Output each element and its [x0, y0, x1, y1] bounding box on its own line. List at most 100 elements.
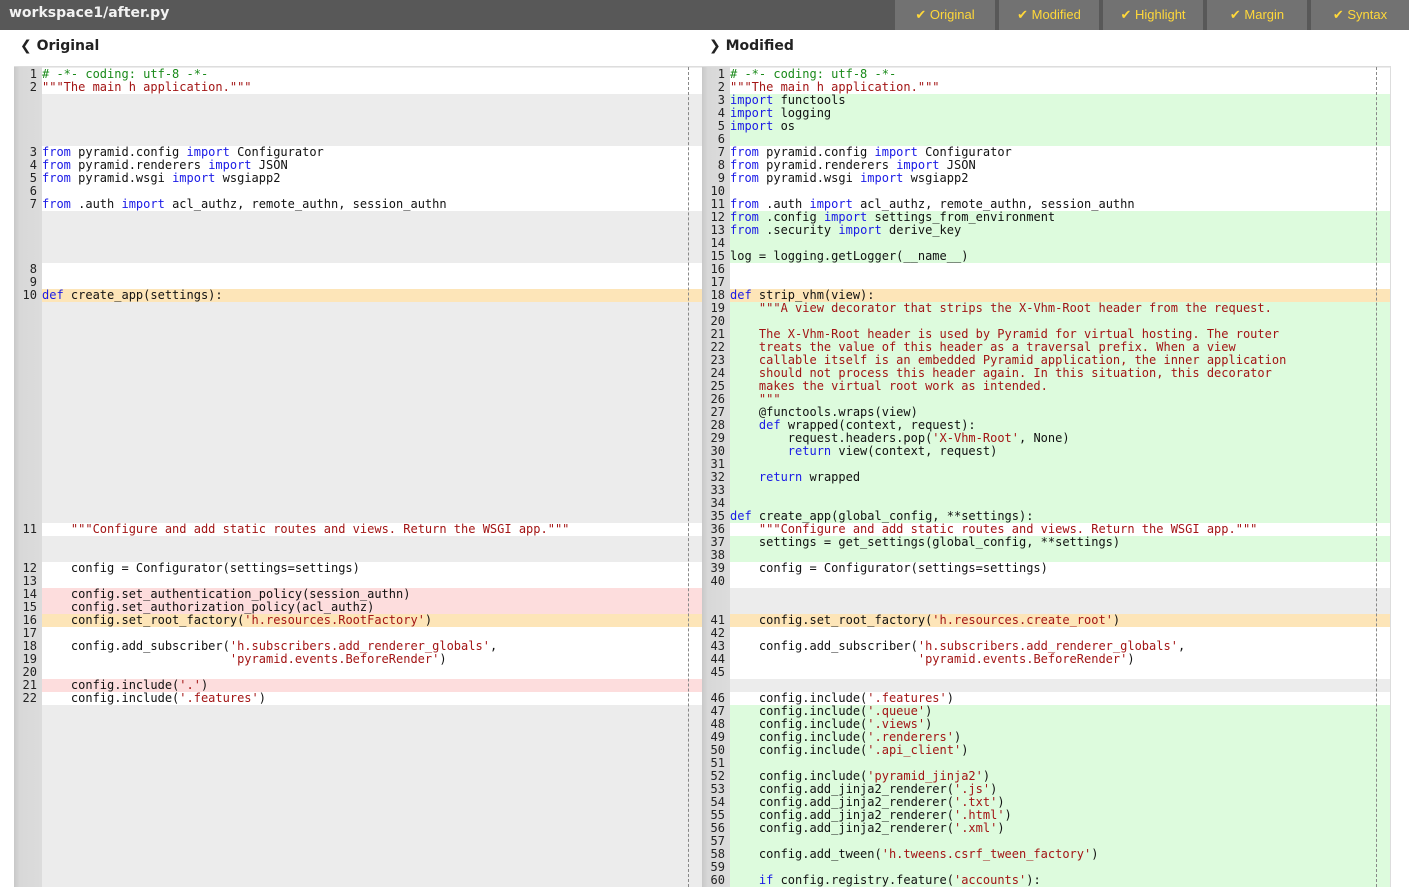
code-text[interactable]: makes the virtual root work as intended.	[730, 380, 1390, 393]
line-number: 10	[22, 288, 37, 302]
toggle-original[interactable]: ✔ Original	[895, 0, 995, 30]
code-text[interactable]	[42, 94, 702, 107]
code-line: 5 from pyramid.wsgi import wsgiapp2	[14, 172, 702, 185]
code-text[interactable]	[730, 263, 1390, 276]
code-text[interactable]: config.include('.api_client')	[730, 744, 1390, 757]
code-text[interactable]	[730, 588, 1390, 601]
code-text[interactable]: """Configure and add static routes and v…	[42, 523, 702, 536]
code-text[interactable]	[42, 419, 702, 432]
code-line: 32 return wrapped	[702, 471, 1390, 484]
diff-filler-row	[14, 536, 702, 549]
code-line: 41 config.set_root_factory('h.resources.…	[702, 614, 1390, 627]
diff-filler-row	[14, 393, 702, 406]
code-line: 9 from pyramid.wsgi import wsgiapp2	[702, 172, 1390, 185]
code-text[interactable]	[42, 250, 702, 263]
code-text[interactable]: config = Configurator(settings=settings)	[42, 562, 702, 575]
code-text[interactable]	[42, 211, 702, 224]
code-text[interactable]	[730, 484, 1390, 497]
diff-filler-row	[14, 120, 702, 133]
code-text[interactable]: import os	[730, 120, 1390, 133]
code-line: 33	[702, 484, 1390, 497]
code-text[interactable]: config.add_tween('h.tweens.csrf_tween_fa…	[730, 848, 1390, 861]
code-text[interactable]	[42, 315, 702, 328]
original-code-rows: 1 # -*- coding: utf-8 -*- 2 """The main h a…	[14, 68, 702, 705]
diff-filler-row	[14, 497, 702, 510]
code-line: 45	[702, 666, 1390, 679]
code-text[interactable]	[42, 328, 702, 341]
code-line: 58 config.add_tween('h.tweens.csrf_tween…	[702, 848, 1390, 861]
code-text[interactable]: return wrapped	[730, 471, 1390, 484]
code-text[interactable]	[42, 367, 702, 380]
original-pane-label[interactable]: ❮ Original	[20, 38, 99, 54]
diff-filler-row	[14, 211, 702, 224]
code-line: 16	[702, 263, 1390, 276]
code-text[interactable]	[42, 354, 702, 367]
line-number: 7	[29, 197, 37, 211]
print-margin-line	[1376, 67, 1377, 887]
diff-filler-row	[14, 341, 702, 354]
code-line: 50 config.include('.api_client')	[702, 744, 1390, 757]
diff-filler-row	[14, 224, 702, 237]
code-text[interactable]: from pyramid.wsgi import wsgiapp2	[730, 172, 1390, 185]
code-text[interactable]: def create_app(settings):	[42, 289, 702, 302]
modified-pane-label[interactable]: ❯ Modified	[709, 38, 794, 54]
code-text[interactable]: settings = get_settings(global_config, *…	[730, 536, 1390, 549]
toggle-margin[interactable]: ✔ Margin	[1207, 0, 1307, 30]
code-text[interactable]: config.add_jinja2_renderer('.xml')	[730, 822, 1390, 835]
code-text[interactable]	[42, 302, 702, 315]
code-text[interactable]	[42, 380, 702, 393]
code-text[interactable]: from pyramid.wsgi import wsgiapp2	[42, 172, 702, 185]
code-text[interactable]	[42, 536, 702, 549]
code-line: 8	[14, 263, 702, 276]
code-text[interactable]	[42, 432, 702, 445]
code-text[interactable]: 'pyramid.events.BeforeRender')	[730, 653, 1390, 666]
code-text[interactable]	[42, 224, 702, 237]
line-number: 2	[29, 80, 37, 94]
code-line: 2 """The main h application."""	[14, 81, 702, 94]
code-text[interactable]: return view(context, request)	[730, 445, 1390, 458]
code-text[interactable]	[42, 107, 702, 120]
code-text[interactable]: log = logging.getLogger(__name__)	[730, 250, 1390, 263]
diff-filler-row	[14, 471, 702, 484]
diff-filler-row	[14, 250, 702, 263]
toggle-modified[interactable]: ✔ Modified	[999, 0, 1099, 30]
code-text[interactable]	[42, 406, 702, 419]
toggle-highlight[interactable]: ✔ Highlight	[1103, 0, 1203, 30]
view-toggles: ✔ Original ✔ Modified ✔ Highlight ✔ Marg…	[891, 0, 1409, 30]
code-text[interactable]	[42, 120, 702, 133]
code-line: 37 settings = get_settings(global_config…	[702, 536, 1390, 549]
code-text[interactable]: config.set_root_factory('h.resources.cre…	[730, 614, 1390, 627]
code-text[interactable]: config.set_root_factory('h.resources.Roo…	[42, 614, 702, 627]
code-line: 44 'pyramid.events.BeforeRender')	[702, 653, 1390, 666]
code-text[interactable]: if config.registry.feature('accounts'):	[730, 874, 1390, 887]
code-text[interactable]	[42, 237, 702, 250]
code-text[interactable]	[730, 666, 1390, 679]
toggle-syntax[interactable]: ✔ Syntax	[1311, 0, 1409, 30]
code-text[interactable]	[42, 263, 702, 276]
code-text[interactable]: from .security import derive_key	[730, 224, 1390, 237]
code-text[interactable]	[42, 471, 702, 484]
print-margin-line	[688, 67, 689, 887]
modified-pane: 1 # -*- coding: utf-8 -*- 2 """The main h a…	[702, 66, 1391, 887]
code-text[interactable]	[42, 497, 702, 510]
code-line: 60 if config.registry.feature('accounts'…	[702, 874, 1390, 887]
diff-filler-row	[14, 367, 702, 380]
code-text[interactable]: config.include('.features')	[42, 692, 702, 705]
code-text[interactable]	[42, 445, 702, 458]
diff-filler-row	[14, 107, 702, 120]
code-text[interactable]	[42, 458, 702, 471]
code-line: 25 makes the virtual root work as intend…	[702, 380, 1390, 393]
code-text[interactable]	[42, 484, 702, 497]
code-text[interactable]: """The main h application."""	[42, 81, 702, 94]
code-text[interactable]: config = Configurator(settings=settings)	[730, 562, 1390, 575]
diff-filler-row	[14, 484, 702, 497]
code-text[interactable]	[42, 393, 702, 406]
code-line: 40	[702, 575, 1390, 588]
code-text[interactable]	[730, 575, 1390, 588]
code-text[interactable]: from .auth import acl_authz, remote_auth…	[42, 198, 702, 211]
code-text[interactable]: import logging	[730, 107, 1390, 120]
code-text[interactable]: 'pyramid.events.BeforeRender')	[42, 653, 702, 666]
code-text[interactable]: """A view decorator that strips the X-Vh…	[730, 302, 1390, 315]
code-text[interactable]	[42, 341, 702, 354]
diff-filler-row	[14, 94, 702, 107]
